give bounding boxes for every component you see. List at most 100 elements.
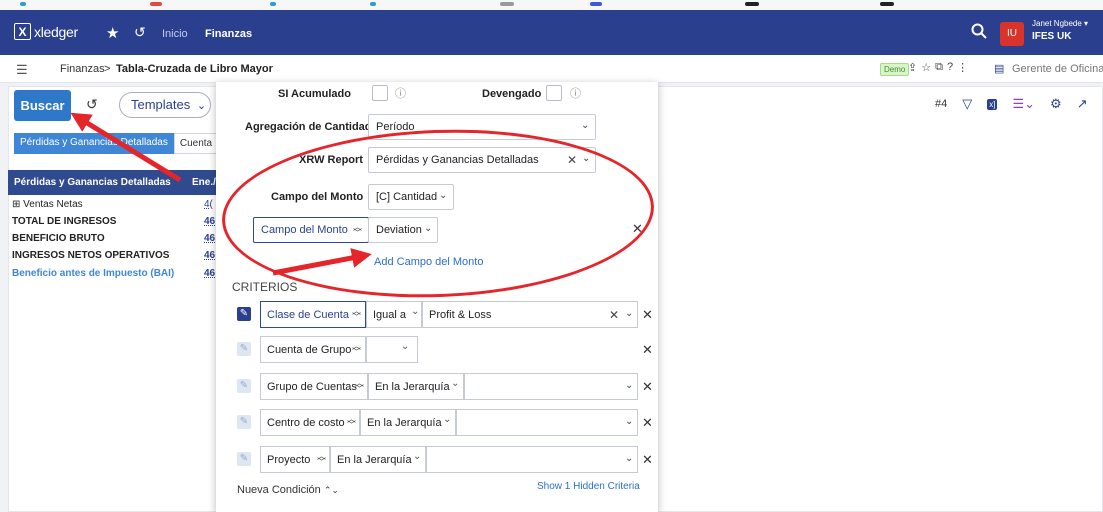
chevron-down-icon: ⌄ xyxy=(625,416,634,427)
remove-criteria-icon[interactable]: ✕ xyxy=(642,342,653,358)
criteria-row: ✎ Clase de Cuenta ︿ ﹀ Igual a ⌄ Profit & … xyxy=(232,301,658,328)
row-value[interactable]: 46 xyxy=(204,268,215,279)
criteria-operator-select[interactable]: En la Jerarquía ⌄ xyxy=(330,446,426,473)
pin-icon[interactable]: ⇪ xyxy=(908,61,917,74)
role-label[interactable]: Gerente de Oficina xyxy=(1012,63,1103,75)
chevron-down-icon: ⌄ xyxy=(411,306,420,317)
copy-icon[interactable]: ⧉ xyxy=(935,61,943,74)
criteria-value-select[interactable]: ⌄ xyxy=(464,373,638,400)
table-row: INGRESOS NETOS OPERATIVOS 46 xyxy=(12,250,218,263)
logo-mark: X xyxy=(14,23,31,40)
hamburger-icon[interactable]: ☰ xyxy=(16,62,28,78)
nav-inicio[interactable]: Inicio xyxy=(162,28,188,40)
criteria-row: ✎ Grupo de Cuentas ︿ ﹀ En la Jerarquía ⌄ … xyxy=(232,373,658,400)
history-icon[interactable]: ↺ xyxy=(86,96,98,113)
browser-tab-strip xyxy=(0,0,1103,10)
row-value[interactable]: 46 xyxy=(204,250,215,261)
external-link-icon[interactable]: ↗ xyxy=(1077,96,1088,112)
criteria-field[interactable]: Grupo de Cuentas ︿ ﹀ xyxy=(260,373,368,400)
devengado-checkbox[interactable] xyxy=(546,85,562,101)
row-value[interactable]: 46 xyxy=(204,233,215,244)
templates-button[interactable]: Templates ⌄ xyxy=(119,92,211,118)
table-row[interactable]: ⊞ Ventas Netas 4( xyxy=(12,199,218,212)
criteria-operator-select[interactable]: ⌄ xyxy=(366,336,418,363)
tab-cuenta[interactable]: Cuenta xyxy=(173,133,219,154)
more-icon[interactable]: ⋮ xyxy=(957,61,968,74)
help-icon[interactable]: ? xyxy=(947,61,953,74)
user-name[interactable]: Janet Ngbede ▾ xyxy=(1032,19,1088,28)
row-label: ⊞ Ventas Netas xyxy=(12,199,83,210)
row-value[interactable]: 4( xyxy=(204,199,213,210)
sort-icon[interactable]: ︿ ﹀ xyxy=(317,452,326,467)
table-row: Beneficio antes de Impuesto (BAI) 46 xyxy=(12,268,218,281)
sort-icon[interactable]: ︿ ﹀ xyxy=(347,415,356,430)
new-condition-button[interactable]: Nueva Condición ⌃⌄ xyxy=(237,484,339,496)
criteria-row: ✎ Cuenta de Grupo ︿ ﹀ ⌄ ✕ xyxy=(232,336,658,363)
criteria-field[interactable]: Proyecto ︿ ﹀ xyxy=(260,446,330,473)
criteria-field[interactable]: Centro de costo ︿ ﹀ xyxy=(260,409,360,436)
settings-icon[interactable]: ⚙ xyxy=(1050,96,1062,112)
sort-icon: ⌃⌄ xyxy=(323,485,339,495)
criteria-toggle-checkbox[interactable]: ✎ xyxy=(237,415,251,429)
criteria-value-select[interactable]: ⌄ xyxy=(426,446,638,473)
row-label: TOTAL DE INGRESOS xyxy=(12,216,117,227)
info-icon[interactable]: ⓘ xyxy=(570,85,581,101)
clear-icon[interactable]: ✕ xyxy=(609,308,619,322)
favorite-star-icon[interactable]: ☆ xyxy=(921,61,931,74)
report-toolbar-right: #4 ▽ x] ☰⌄ ⚙ ↗ xyxy=(935,96,1088,112)
breadcrumb-icon-group: ⇪ ☆ ⧉ ? ⋮ xyxy=(908,61,968,74)
history-icon[interactable]: ↺ xyxy=(134,24,146,41)
search-button[interactable]: Buscar xyxy=(14,90,71,121)
criteria-operator-select[interactable]: Igual a ⌄ xyxy=(366,301,422,328)
criteria-row: ✎ Centro de costo ︿ ﹀ En la Jerarquía ⌄ ⌄… xyxy=(232,409,658,436)
sort-icon[interactable]: ︿ ﹀ xyxy=(352,307,361,322)
criteria-toggle-checkbox[interactable]: ✎ xyxy=(237,452,251,466)
chevron-down-icon: ⌄ xyxy=(625,308,634,319)
criteria-toggle-checkbox[interactable]: ✎ xyxy=(237,307,251,321)
chevron-down-icon: ⌄ xyxy=(625,453,634,464)
chevron-down-icon: ⌄ xyxy=(625,380,634,391)
top-navigation-bar: X xledger ★ ↺ Inicio Finanzas IU Janet N… xyxy=(0,10,1103,55)
chevron-down-icon: ⌄ xyxy=(581,120,590,131)
criterios-title: CRITERIOS xyxy=(232,280,298,294)
criteria-field-label: Clase de Cuenta xyxy=(267,309,349,321)
search-icon[interactable] xyxy=(970,22,988,40)
criteria-operator-select[interactable]: En la Jerarquía ⌄ xyxy=(360,409,456,436)
criteria-value: Profit & Loss xyxy=(429,309,492,321)
sort-icon[interactable]: ︿ ﹀ xyxy=(352,342,361,357)
si-acumulado-checkbox[interactable] xyxy=(372,85,388,101)
templates-label: Templates xyxy=(131,97,191,112)
table-row: TOTAL DE INGRESOS 46 xyxy=(12,216,218,229)
remove-criteria-icon[interactable]: ✕ xyxy=(642,379,653,395)
remove-criteria-icon[interactable]: ✕ xyxy=(642,307,653,323)
remove-criteria-icon[interactable]: ✕ xyxy=(642,415,653,431)
breadcrumb-root[interactable]: Finanzas xyxy=(60,63,105,75)
criteria-value-select[interactable]: ⌄ xyxy=(456,409,638,436)
criteria-value-select[interactable]: Profit & Loss ✕ ⌄ xyxy=(422,301,638,328)
criteria-field[interactable]: Clase de Cuenta ︿ ﹀ xyxy=(260,301,366,328)
chevron-down-icon: ⌄ xyxy=(196,100,207,112)
filter-icon[interactable]: ▽ xyxy=(962,96,972,112)
nav-finanzas[interactable]: Finanzas xyxy=(205,28,252,40)
row-label: Beneficio antes de Impuesto (BAI) xyxy=(12,268,175,279)
criteria-toggle-checkbox[interactable]: ✎ xyxy=(237,379,251,393)
star-icon[interactable]: ★ xyxy=(106,24,119,42)
info-icon[interactable]: ⓘ xyxy=(395,85,406,101)
show-hidden-criteria-link[interactable]: Show 1 Hidden Criteria xyxy=(537,481,640,492)
report-tabs: Pérdidas y Ganancias Detalladas Cuenta xyxy=(14,133,219,154)
criteria-operator-select[interactable]: En la Jerarquía ⌄ xyxy=(368,373,464,400)
remove-criteria-icon[interactable]: ✕ xyxy=(642,452,653,468)
excel-icon[interactable]: x] xyxy=(987,98,998,110)
chevron-down-icon: ⌄ xyxy=(401,341,410,352)
avatar[interactable]: IU xyxy=(1000,22,1024,46)
criteria-field-label: Proyecto xyxy=(267,454,311,466)
report-header-column: Ene./ xyxy=(192,177,216,188)
criteria-field[interactable]: Cuenta de Grupo ︿ ﹀ xyxy=(260,336,366,363)
row-value[interactable]: 46 xyxy=(204,216,215,227)
sort-icon[interactable]: ︿ ﹀ xyxy=(355,379,364,394)
criteria-toggle-checkbox[interactable]: ✎ xyxy=(237,342,251,356)
user-company: IFES UK xyxy=(1032,31,1072,42)
xledger-logo[interactable]: X xledger xyxy=(14,23,78,40)
tab-pyg-detalladas[interactable]: Pérdidas y Ganancias Detalladas xyxy=(14,133,174,154)
columns-icon[interactable]: ☰⌄ xyxy=(1012,96,1035,112)
